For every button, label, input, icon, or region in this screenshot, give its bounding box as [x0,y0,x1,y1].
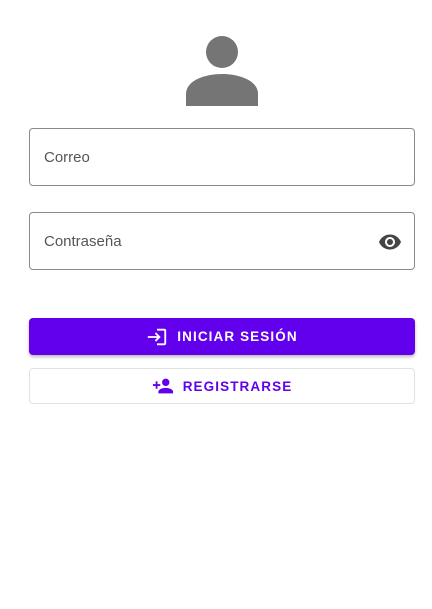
password-input[interactable] [30,213,414,269]
email-input[interactable] [30,129,414,185]
login-icon [146,326,177,348]
login-screen: INICIAR SESIÓN REGISTRARSE [0,0,432,609]
person-add-icon [152,375,183,397]
email-field[interactable] [29,128,415,186]
person-icon [186,34,258,106]
login-button[interactable]: INICIAR SESIÓN [29,318,415,355]
login-button-label: INICIAR SESIÓN [177,329,298,344]
register-button[interactable]: REGISTRARSE [29,368,415,404]
eye-icon[interactable] [378,230,402,254]
password-field[interactable] [29,212,415,270]
register-button-label: REGISTRARSE [182,378,293,394]
